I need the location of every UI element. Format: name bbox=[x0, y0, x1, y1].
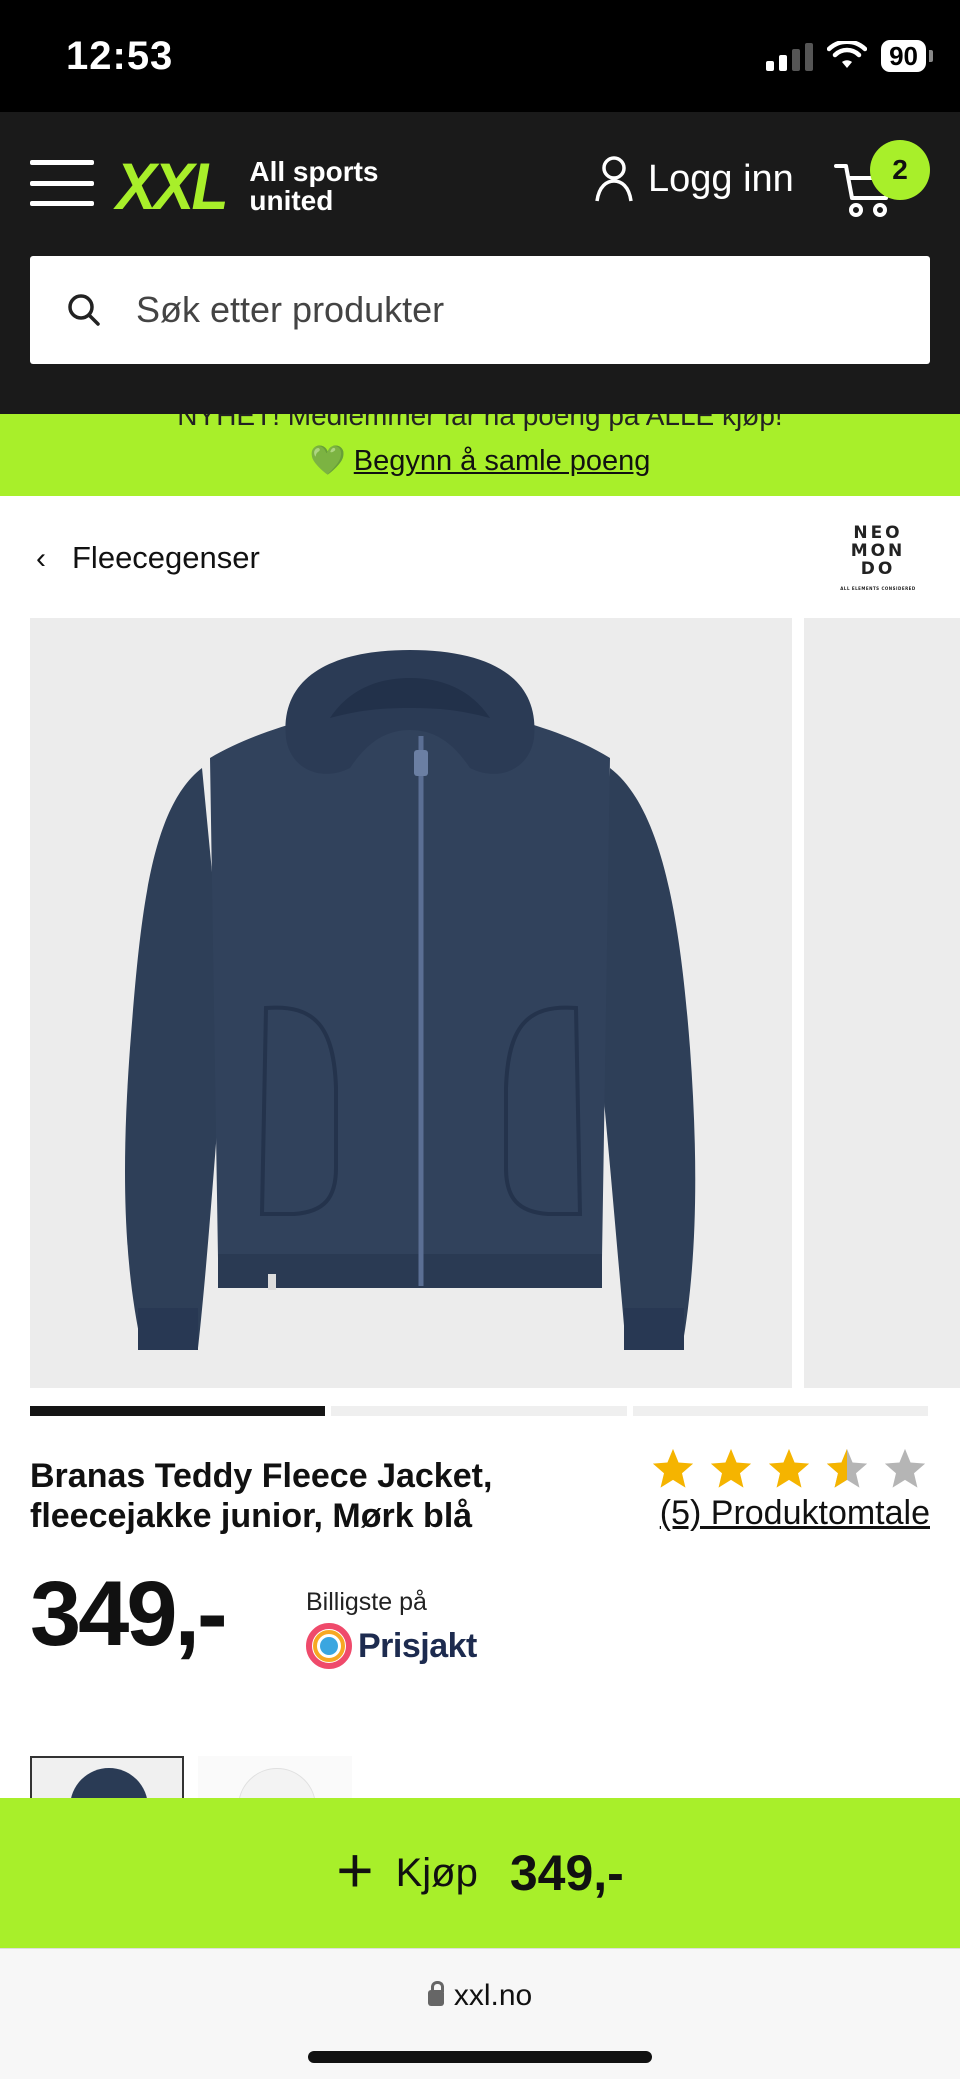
variant-thumbnails bbox=[30, 1756, 352, 1800]
product-gallery[interactable] bbox=[30, 618, 960, 1388]
search-bar[interactable] bbox=[30, 256, 930, 364]
search-icon bbox=[68, 294, 100, 326]
promo-cta: 💚 Begynn å samle poeng bbox=[0, 444, 960, 478]
url-display[interactable]: xxl.no bbox=[0, 1979, 960, 2013]
back-chevron-icon[interactable]: ‹ bbox=[36, 542, 46, 576]
gallery-progress-segment bbox=[30, 1406, 326, 1416]
prisjakt-logo-icon bbox=[306, 1623, 352, 1669]
logo-tagline: All sports united bbox=[249, 156, 379, 216]
buy-price: 349,- bbox=[509, 1845, 624, 1901]
breadcrumb-link[interactable]: Fleecegenser bbox=[72, 540, 260, 576]
signal-icon bbox=[766, 41, 814, 71]
status-icons: 90 bbox=[766, 40, 933, 72]
menu-icon[interactable] bbox=[30, 160, 94, 206]
brand-logo-line: MON bbox=[850, 541, 906, 561]
prisjakt-badge: Prisjakt bbox=[306, 1623, 477, 1669]
star-filled-icon bbox=[652, 1448, 694, 1488]
product-title: Branas Teddy Fleece Jacket, fleecejakke … bbox=[30, 1457, 493, 1535]
collect-points-link[interactable]: Begynn å samle poeng bbox=[354, 445, 651, 477]
battery-indicator: 90 bbox=[881, 40, 933, 72]
brand-logo[interactable]: NEO MON DO ALL ELEMENTS CONSIDERED bbox=[836, 524, 920, 598]
login-label: Logg inn bbox=[648, 157, 794, 200]
gallery-progress bbox=[30, 1406, 928, 1416]
home-indicator[interactable] bbox=[308, 2051, 652, 2063]
star-filled-icon bbox=[710, 1448, 752, 1488]
star-half-icon bbox=[826, 1448, 868, 1488]
product-image bbox=[125, 650, 696, 1350]
breadcrumb: ‹ Fleecegenser NEO MON DO ALL ELEMENTS C… bbox=[0, 496, 960, 616]
product-price: 349,- bbox=[30, 1563, 228, 1665]
price-comparison[interactable]: Billigste på Prisjakt bbox=[306, 1588, 477, 1669]
status-time: 12:53 bbox=[66, 34, 174, 78]
cart-count-badge: 2 bbox=[870, 140, 930, 200]
buy-button[interactable]: + Kjøp 349,- bbox=[0, 1798, 960, 1948]
user-icon bbox=[595, 156, 633, 202]
login-button[interactable]: Logg inn bbox=[594, 154, 794, 204]
gallery-progress-segment bbox=[331, 1406, 627, 1416]
reviews-link[interactable]: (5) Produktomtale bbox=[620, 1494, 930, 1533]
url-text: xxl.no bbox=[453, 1979, 533, 2012]
prisjakt-label: Prisjakt bbox=[358, 1626, 477, 1665]
promo-text: NYHET! Medlemmer får nå poeng på ALLE kj… bbox=[177, 414, 783, 431]
star-filled-icon bbox=[768, 1448, 810, 1488]
cheapest-label: Billigste på bbox=[306, 1588, 427, 1616]
gallery-progress-segment bbox=[632, 1406, 928, 1416]
promo-banner: NYHET! Medlemmer får nå poeng på ALLE kj… bbox=[0, 414, 960, 496]
brand-logo-line: DO bbox=[860, 559, 896, 579]
gallery-slide[interactable] bbox=[30, 618, 792, 1388]
variant-thumbnail-dark-blue[interactable] bbox=[30, 1756, 184, 1800]
search-input[interactable] bbox=[136, 289, 896, 331]
browser-address-bar[interactable]: xxl.no bbox=[0, 1948, 960, 2079]
product-rating[interactable]: (5) Produktomtale bbox=[620, 1446, 930, 1533]
brand-logo-subline: ALL ELEMENTS CONSIDERED bbox=[840, 586, 916, 591]
site-header: XXL All sports united Logg inn 2 bbox=[0, 112, 960, 414]
logo-mark: XXL bbox=[116, 149, 229, 223]
gallery-slide[interactable] bbox=[804, 618, 960, 1388]
green-heart-icon: 💚 bbox=[309, 445, 346, 477]
site-logo[interactable]: XXL All sports united bbox=[116, 148, 379, 224]
plus-icon: + bbox=[336, 1834, 374, 1906]
lock-icon bbox=[427, 1981, 444, 2006]
buy-label: Kjøp bbox=[395, 1850, 478, 1895]
star-empty-icon bbox=[884, 1448, 926, 1488]
status-bar: 12:53 90 bbox=[0, 0, 960, 112]
variant-thumbnail-white[interactable] bbox=[198, 1756, 352, 1800]
brand-logo-line: NEO bbox=[853, 523, 903, 543]
rating-stars bbox=[620, 1446, 928, 1492]
wifi-icon bbox=[827, 41, 868, 68]
